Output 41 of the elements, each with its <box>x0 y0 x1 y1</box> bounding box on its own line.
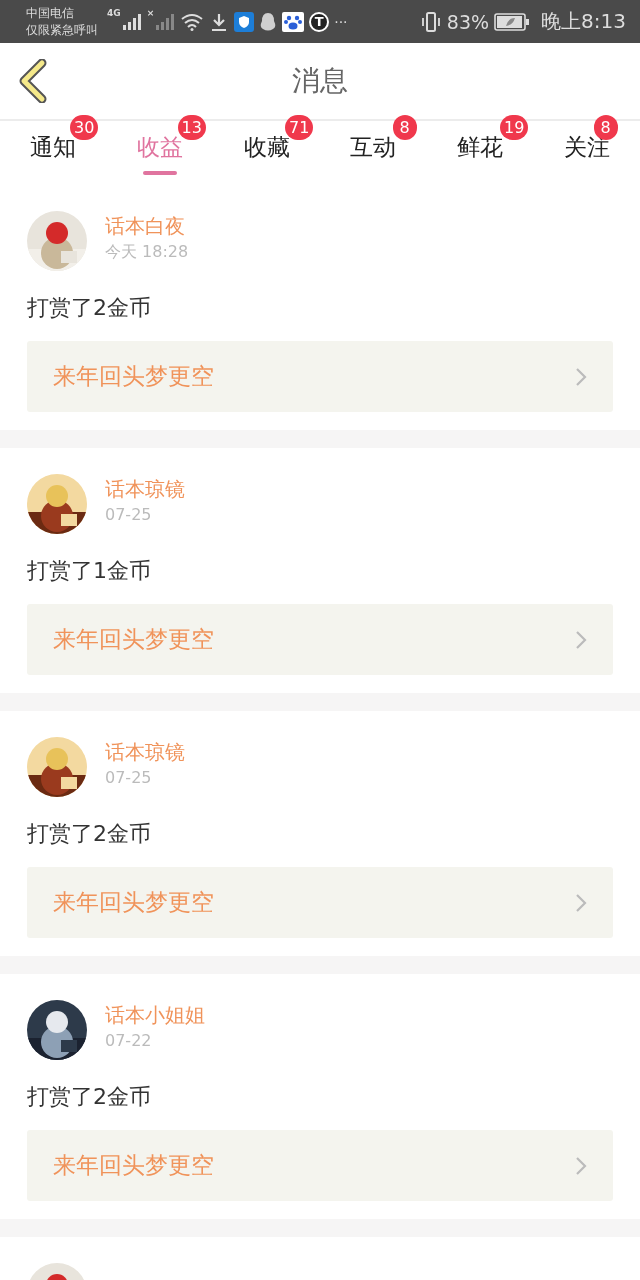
carrier-name: 中国电信 <box>26 4 75 22</box>
reward-text: 打赏了2金币 <box>27 1083 152 1111</box>
vibrate-icon <box>419 10 442 33</box>
count-badge: 30 <box>70 115 99 140</box>
chevron-icon <box>575 892 587 913</box>
user-name: 话本琼镜 <box>105 739 185 766</box>
penguin-icon <box>259 11 278 32</box>
message-time: 07-25 <box>105 505 153 524</box>
message-time: 07-22 <box>105 1031 153 1050</box>
user-name: 话本琼镜 <box>105 476 185 503</box>
battery-percent: 83% <box>446 10 490 33</box>
app-icon: T <box>309 11 330 32</box>
battery-icon <box>494 12 531 31</box>
user-name: 话本白夜 <box>105 213 186 240</box>
wifi-icon <box>180 12 205 31</box>
signal-icon <box>155 13 176 30</box>
page-title: 消息 <box>292 63 348 99</box>
chevron-icon <box>575 1155 587 1176</box>
shield-icon <box>234 11 255 32</box>
chevron-icon <box>575 629 587 650</box>
reward-text: 打赏了2金币 <box>27 820 152 848</box>
carrier-note: 仅限紧急呼叫 <box>26 21 98 39</box>
message-time: 今天 18:28 <box>105 242 189 263</box>
network-label: 4G <box>107 8 121 18</box>
paw-icon <box>282 11 305 32</box>
work-title: 来年回头梦更空 <box>53 625 214 654</box>
chevron-icon <box>575 366 587 387</box>
back-icon[interactable] <box>18 59 48 103</box>
signal-icon <box>121 13 142 30</box>
more-icon: ··· <box>334 13 348 30</box>
reward-text: 打赏了1金币 <box>27 557 152 585</box>
count-badge: 8 <box>392 115 417 140</box>
work-title: 来年回头梦更空 <box>53 888 214 917</box>
message-time: 07-25 <box>105 768 153 787</box>
clock: 晚上8:13 <box>541 8 626 35</box>
user-name: 话本小姐姐 <box>105 1002 205 1029</box>
work-title: 来年回头梦更空 <box>53 362 214 391</box>
reward-text: 打赏了2金币 <box>27 294 152 322</box>
count-badge: 13 <box>177 115 206 140</box>
work-title: 来年回头梦更空 <box>53 1151 214 1180</box>
no-sim-mark: × <box>146 8 155 18</box>
